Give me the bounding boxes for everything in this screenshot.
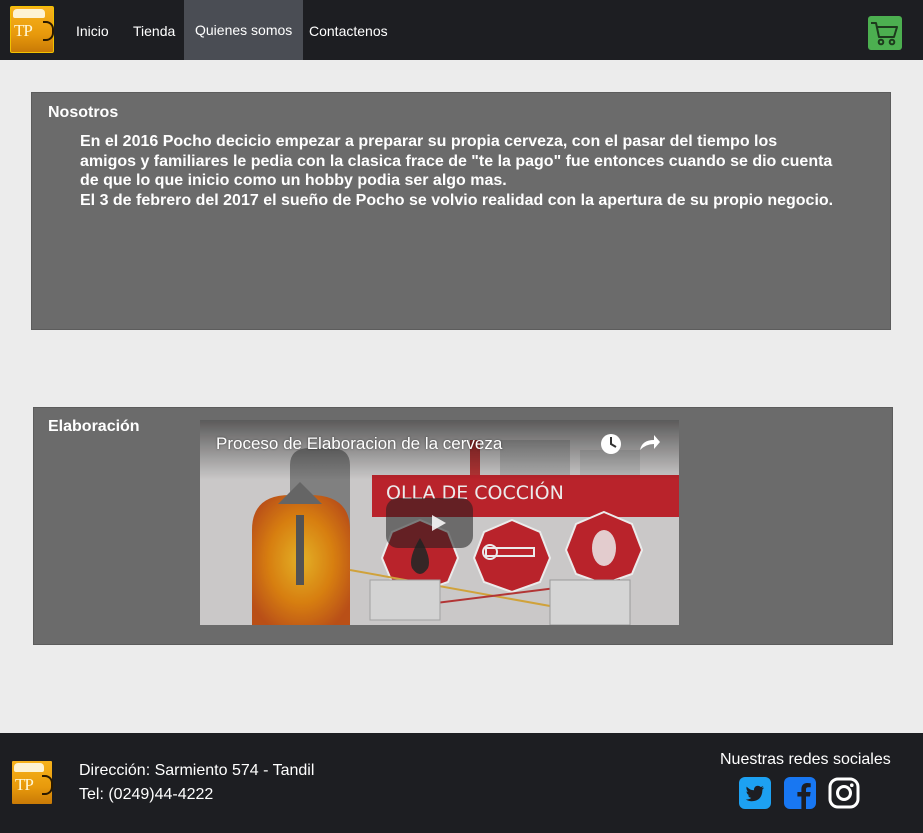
shopping-cart-icon [871, 22, 898, 46]
elaboration-panel: Elaboración OLLA DE COCCIÓN Proceso de E… [33, 407, 893, 645]
logo-handle [42, 775, 53, 795]
about-line: En el 2016 Pocho decicio empezar a prepa… [80, 133, 778, 150]
brand-logo[interactable]: TP [10, 6, 54, 53]
about-line: amigos y familiares le pedia con la clas… [80, 152, 833, 170]
video-title[interactable]: Proceso de Elaboracion de la cerveza [216, 434, 502, 454]
logo-froth [13, 9, 45, 18]
logo-text: TP [15, 775, 34, 794]
nav-tienda[interactable]: Tienda [133, 0, 175, 60]
cart-button[interactable] [868, 16, 902, 50]
video-player[interactable]: OLLA DE COCCIÓN Proceso de Elaboracion d… [200, 420, 679, 625]
nav-quienes-somos[interactable]: Quienes somos [184, 0, 304, 60]
twitter-icon [739, 777, 771, 809]
instagram-link[interactable] [828, 777, 860, 809]
footer-logo: TP [11, 760, 53, 805]
facebook-link[interactable] [784, 777, 816, 809]
logo-froth [14, 763, 44, 772]
watch-later-icon [601, 434, 621, 454]
nav-inicio[interactable]: Inicio [76, 0, 109, 60]
footer-phone: Tel: (0249)44-4222 [79, 786, 214, 803]
about-text: En el 2016 Pocho decicio empezar a prepa… [80, 132, 860, 210]
logo-text: TP [14, 21, 33, 40]
logo-handle [43, 21, 54, 41]
instagram-icon [828, 777, 860, 809]
footer: TP Dirección: Sarmiento 574 - Tandil Tel… [0, 733, 923, 833]
navbar: TP Inicio Tienda Quienes somos Contacten… [0, 0, 923, 60]
play-icon [386, 498, 473, 548]
about-title: Nosotros [48, 104, 119, 121]
about-line: de que lo que inicio como un hobby podia… [80, 172, 507, 190]
nav-contactenos[interactable]: Contactenos [309, 0, 388, 60]
footer-address: Dirección: Sarmiento 574 - Tandil [79, 762, 315, 779]
elaboration-title: Elaboración [48, 418, 140, 435]
about-line: El 3 de febrero del 2017 el sueño de Poc… [80, 191, 834, 209]
twitter-link[interactable] [739, 777, 771, 809]
facebook-icon [784, 777, 816, 809]
about-panel: Nosotros En el 2016 Pocho decicio empeza… [31, 92, 891, 330]
social-title: Nuestras redes sociales [720, 751, 891, 768]
